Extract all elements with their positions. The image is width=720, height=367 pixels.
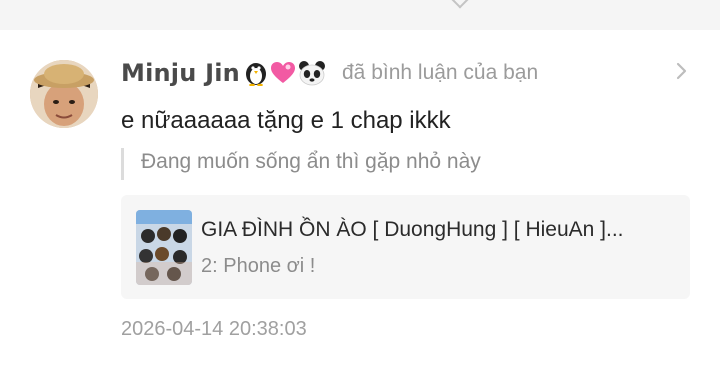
manga-cover-image[interactable] (136, 210, 192, 285)
pink-heart-icon (270, 62, 295, 83)
manga-title[interactable]: GIA ĐÌNH ỒN ÀO [ DuongHung ] [ HieuAn ].… (201, 218, 624, 242)
manga-card[interactable]: GIA ĐÌNH ỒN ÀO [ DuongHung ] [ HieuAn ].… (121, 195, 690, 299)
avatar[interactable] (30, 60, 98, 128)
chevron-down-icon (451, 0, 469, 9)
action-text: đã bình luận của bạn (342, 61, 539, 84)
penguin-icon (245, 63, 266, 86)
previous-item-divider (0, 0, 720, 30)
timestamp: 2026-04-14 20:38:03 (121, 318, 307, 340)
panda-icon (298, 61, 325, 86)
username[interactable]: Minju Jin (121, 58, 326, 88)
username-text[interactable]: Minju Jin (121, 59, 240, 87)
chevron-right-icon[interactable] (672, 62, 690, 80)
manga-chapter: 2: Phone ơi ! (201, 255, 316, 277)
comment-text: e nữaaaaaa tặng e 1 chap ikkk (121, 107, 451, 134)
quoted-comment: Đang muốn sống ẩn thì gặp nhỏ này (121, 148, 664, 180)
quoted-comment-text: Đang muốn sống ẩn thì gặp nhỏ này (141, 150, 481, 173)
